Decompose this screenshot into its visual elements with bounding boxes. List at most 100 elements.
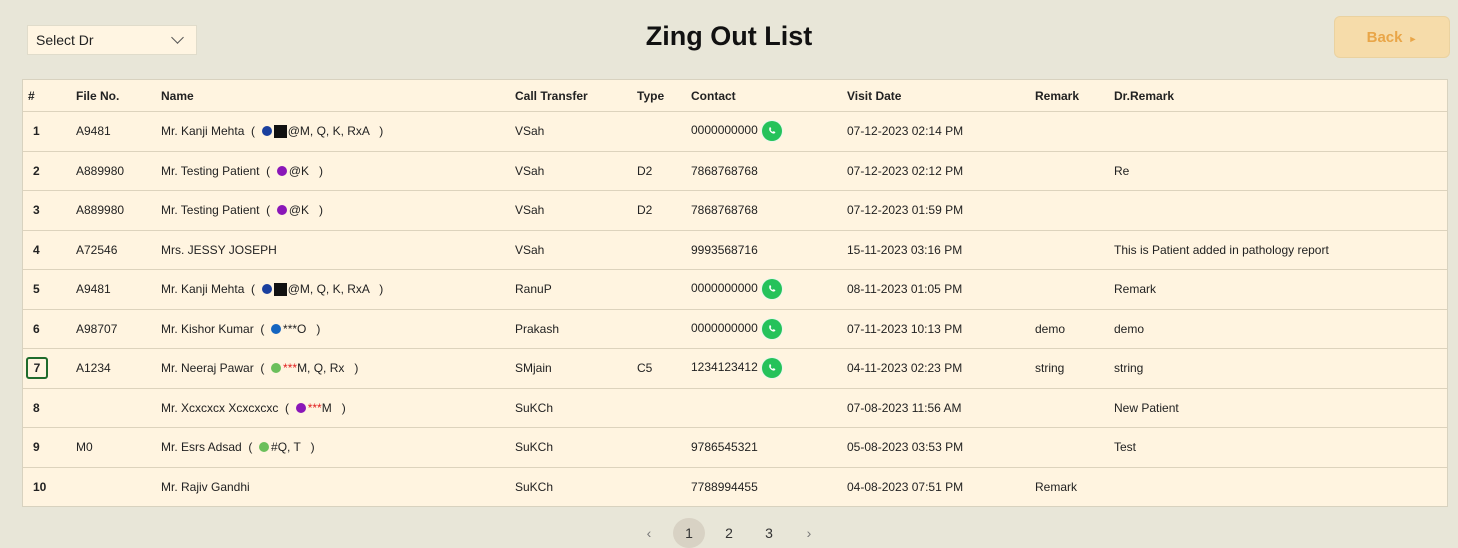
table-row[interactable]: 8 Mr. Xcxcxcx Xcxcxcxc ( ***M ) SuKCh 07-08… (23, 388, 1447, 428)
table-row[interactable]: 4 A72546 Mrs. JESSY JOSEPH VSah 9993568716 15… (23, 230, 1447, 270)
cell-remark: Remark (1035, 479, 1078, 494)
cell-remark (1035, 427, 1114, 468)
cell-name[interactable]: Mr. Rajiv Gandhi (161, 467, 515, 506)
back-button[interactable]: Back ► (1334, 16, 1450, 58)
patient-name[interactable]: Mr. Testing Patient (161, 164, 260, 178)
row-number: 2 (33, 163, 40, 178)
column-header-visit-date: Visit Date (847, 80, 1035, 112)
patient-tags: M (321, 400, 332, 415)
table-row[interactable]: 7 A1234 Mr. Neeraj Pawar ( ***M, Q, Rx ) SM… (23, 348, 1447, 389)
cell-file-no: A98707 (76, 309, 161, 349)
table-row[interactable]: 5 A9481 Mr. Kanji Mehta ( @M, Q, K, RxA ) R… (23, 269, 1447, 310)
cell-file-no: A9481 (76, 269, 161, 310)
pagination-page-3[interactable]: 3 (753, 518, 785, 548)
cell-name[interactable]: Mrs. JESSY JOSEPH (161, 230, 515, 270)
cell-remark: string (1035, 348, 1114, 389)
whatsapp-icon[interactable] (761, 318, 782, 339)
tag-prefix: *** (307, 400, 322, 415)
table-row[interactable]: 1 A9481 Mr. Kanji Mehta ( @M, Q, K, RxA ) V… (23, 111, 1447, 152)
patient-tags: @M, Q, K, RxA (287, 282, 370, 297)
whatsapp-icon[interactable] (761, 358, 782, 379)
pagination-prev[interactable]: ‹ (633, 518, 665, 548)
cell-contact: 1234123412 (691, 348, 847, 389)
cell-name[interactable]: Mr. Kanji Mehta ( @M, Q, K, RxA ) (161, 111, 515, 152)
status-dot-icon (271, 363, 282, 374)
cell-name[interactable]: Mr. Testing Patient ( @K ) (161, 190, 515, 231)
whatsapp-icon[interactable] (761, 121, 782, 142)
patient-name[interactable]: Mr. Xcxcxcx Xcxcxcxc (161, 401, 278, 415)
contact-number: 9786545321 (691, 440, 758, 455)
page-title: Zing Out List (645, 21, 813, 51)
column-header-type: Type (637, 80, 691, 112)
table-row[interactable]: 6 A98707 Mr. Kishor Kumar ( ***O ) Prakash 0… (23, 309, 1447, 349)
cell-remark: demo (1035, 309, 1114, 349)
cell-name[interactable]: Mr. Kanji Mehta ( @M, Q, K, RxA ) (161, 269, 515, 310)
cell-type (637, 111, 691, 152)
cell-call-transfer: RanuP (515, 269, 637, 310)
cell-dr-remark: This is Patient added in pathology repor… (1114, 230, 1447, 270)
cell-remark (1035, 111, 1114, 152)
cell-name[interactable]: Mr. Testing Patient ( @K ) (161, 151, 515, 191)
contact-number: 0000000000 (691, 281, 758, 296)
cell-number: 5 (23, 269, 76, 310)
cell-number: 8 (23, 388, 76, 428)
table-row[interactable]: 9 M0 Mr. Esrs Adsad ( #Q, T ) SuKCh 97865453… (23, 427, 1447, 468)
pagination-next[interactable]: › (793, 518, 825, 548)
cell-number: 1 (23, 111, 76, 152)
cell-contact: 9993568716 (691, 230, 847, 270)
cell-name[interactable]: Mr. Esrs Adsad ( #Q, T ) (161, 427, 515, 468)
table-row[interactable]: 2 A889980 Mr. Testing Patient ( @K ) VSah D2… (23, 151, 1447, 191)
patient-tags: @M, Q, K, RxA (287, 124, 370, 139)
whatsapp-icon[interactable] (761, 279, 782, 300)
cell-file-no: A889980 (76, 190, 161, 231)
cell-type: C5 (637, 348, 691, 389)
patient-name[interactable]: Mrs. JESSY JOSEPH (161, 243, 277, 257)
cell-type (637, 309, 691, 349)
cell-visit-date: 07-12-2023 02:14 PM (847, 111, 1035, 152)
cell-dr-remark: demo (1114, 309, 1447, 349)
patient-name[interactable]: Mr. Esrs Adsad (161, 440, 242, 454)
row-number: 3 (33, 203, 40, 218)
cell-type: D2 (637, 190, 691, 231)
cell-number: 2 (23, 151, 76, 191)
tag-prefix: *** (283, 361, 298, 376)
table-row[interactable]: 10 Mr. Rajiv Gandhi SuKCh 7788994455 04-08-2… (23, 467, 1447, 506)
cell-call-transfer: SuKCh (515, 388, 637, 428)
black-square-icon (273, 125, 287, 139)
patient-name[interactable]: Mr. Rajiv Gandhi (161, 480, 250, 494)
cell-contact (691, 388, 847, 428)
cell-number: 6 (23, 309, 76, 349)
row-number: 5 (33, 282, 40, 297)
patient-name[interactable]: Mr. Kanji Mehta (161, 282, 244, 296)
column-header-call-transfer: Call Transfer (515, 80, 637, 112)
cell-visit-date: 05-08-2023 03:53 PM (847, 427, 1035, 468)
cell-dr-remark: New Patient (1114, 388, 1447, 428)
cell-visit-date: 07-11-2023 10:13 PM (847, 309, 1035, 349)
status-dot-icon (276, 165, 287, 176)
table-row[interactable]: 3 A889980 Mr. Testing Patient ( @K ) VSah D2… (23, 190, 1447, 231)
patient-tags: @K (288, 203, 310, 218)
play-arrow-icon: ► (1408, 33, 1418, 44)
column-header-dr-remark: Dr.Remark (1114, 80, 1447, 112)
cell-type (637, 269, 691, 310)
cell-type: D2 (637, 151, 691, 191)
cell-number: 10 (23, 467, 76, 506)
cell-call-transfer: SuKCh (515, 479, 554, 494)
table-header-row: # File No. Name Call Transfer Type Conta… (23, 80, 1447, 112)
cell-remark (1035, 190, 1114, 231)
patient-name[interactable]: Mr. Kanji Mehta (161, 124, 244, 138)
contact-number: 9993568716 (691, 242, 758, 257)
contact-number: 7788994455 (691, 479, 758, 494)
patient-name[interactable]: Mr. Kishor Kumar (161, 322, 254, 336)
pagination-page-1[interactable]: 1 (673, 518, 705, 548)
cell-name[interactable]: Mr. Xcxcxcx Xcxcxcxc ( ***M ) (161, 388, 515, 428)
patient-name[interactable]: Mr. Testing Patient (161, 203, 260, 217)
cell-name[interactable]: Mr. Kishor Kumar ( ***O ) (161, 309, 515, 349)
pagination-page-2[interactable]: 2 (713, 518, 745, 548)
patient-name[interactable]: Mr. Neeraj Pawar (161, 361, 254, 375)
patient-tags: #Q, T (271, 440, 301, 455)
column-header-remark: Remark (1035, 80, 1114, 112)
cell-contact: 0000000000 (691, 111, 847, 152)
cell-name[interactable]: Mr. Neeraj Pawar ( ***M, Q, Rx ) (161, 348, 515, 389)
cell-dr-remark (1114, 190, 1447, 231)
